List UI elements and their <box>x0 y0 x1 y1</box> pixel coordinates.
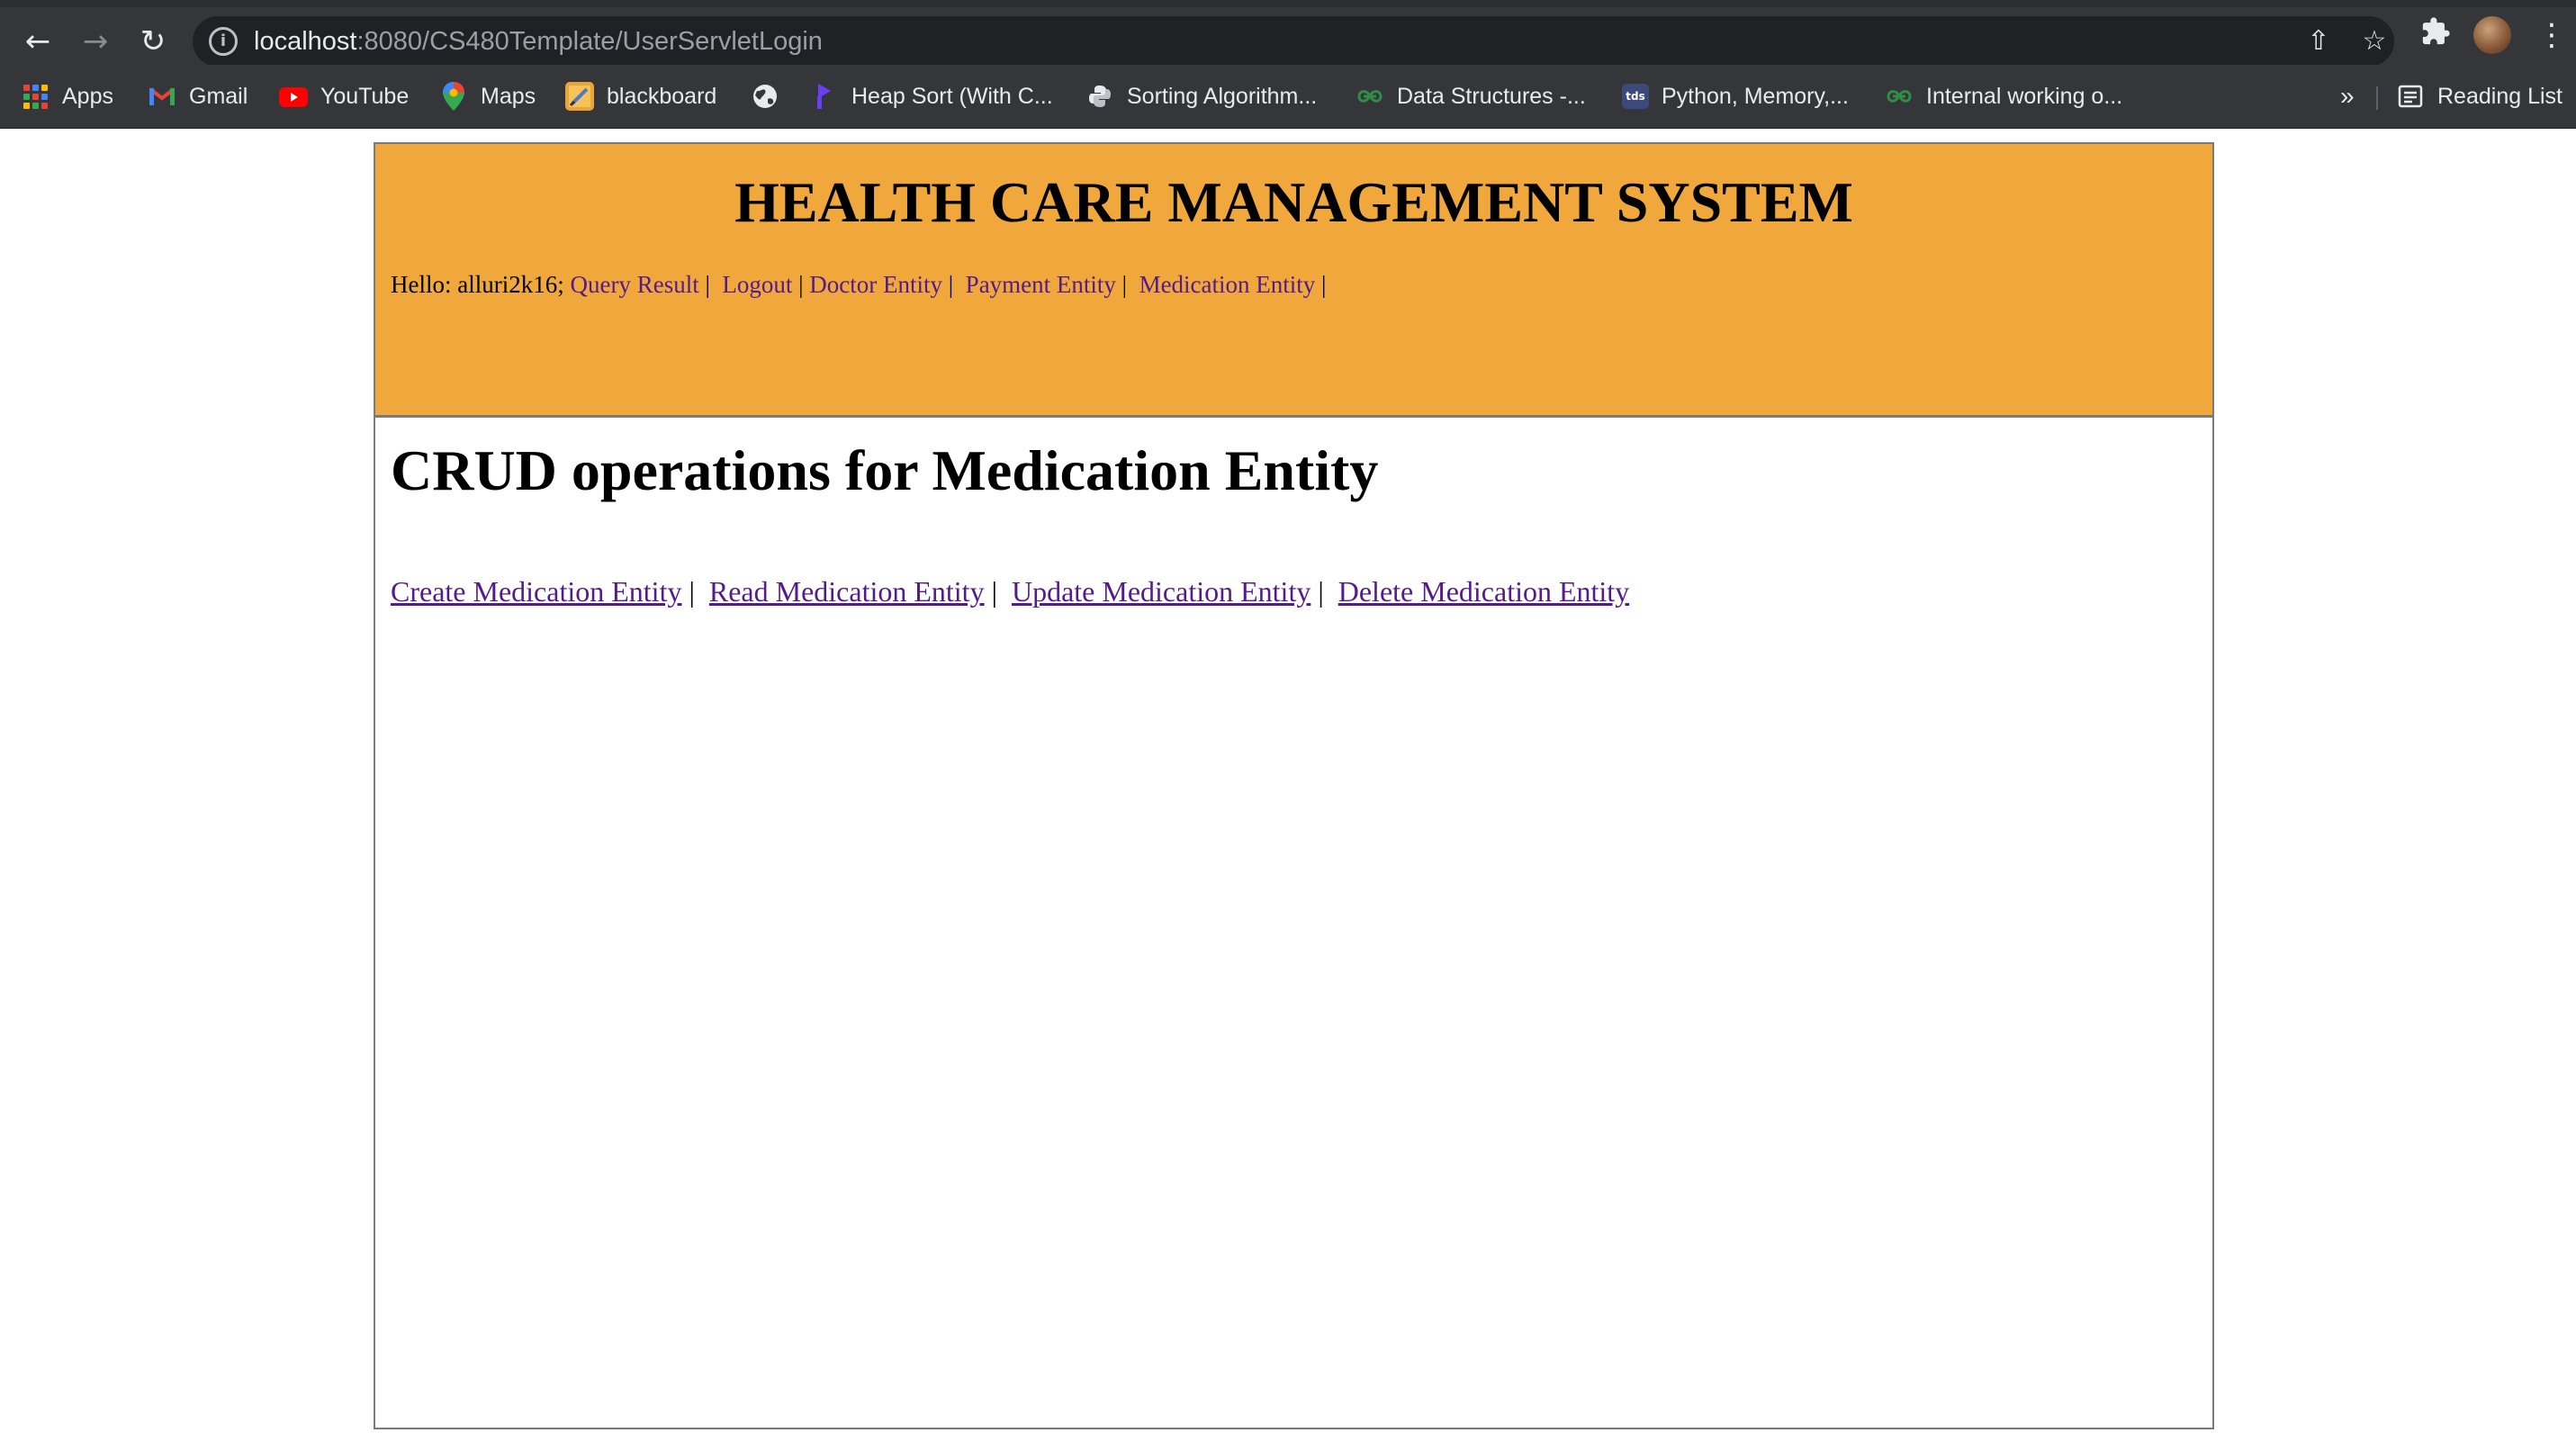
link-separator: | <box>991 575 997 608</box>
bookmark-label: Gmail <box>189 84 248 109</box>
globe-icon <box>751 82 779 111</box>
back-arrow-icon[interactable]: ← <box>16 20 59 63</box>
nav-separator: | <box>1321 271 1327 298</box>
bookmark-maps[interactable]: Maps <box>439 79 536 113</box>
python-icon <box>1085 82 1114 111</box>
bookmark-blackboard[interactable]: blackboard <box>565 79 716 113</box>
link-separator: | <box>1318 575 1324 608</box>
nav-doctor-entity[interactable]: Doctor Entity <box>809 271 942 298</box>
blackboard-icon <box>565 82 594 111</box>
bookmark-label: Python, Memory,... <box>1662 84 1849 109</box>
bookmark-internal-working[interactable]: Internal working o... <box>1885 79 2122 113</box>
link-separator: | <box>689 575 695 608</box>
bookmark-youtube[interactable]: YouTube <box>279 79 409 113</box>
url-text[interactable]: localhost:8080/CS480Template/UserServlet… <box>254 25 823 58</box>
programiz-icon <box>810 82 839 111</box>
bookmark-label: YouTube <box>320 84 410 109</box>
bookmark-python-memory[interactable]: tds Python, Memory,... <box>1622 79 1849 113</box>
site-info-icon[interactable]: i <box>209 27 238 56</box>
bookmark-globe[interactable] <box>751 79 792 113</box>
bookmarks-divider <box>2376 86 2378 110</box>
bookmark-apps[interactable]: Apps <box>23 79 113 113</box>
extensions-puzzle-icon[interactable] <box>2418 16 2454 52</box>
nav-medication-entity[interactable]: Medication Entity <box>1139 271 1316 298</box>
forward-arrow-icon[interactable]: → <box>74 20 117 63</box>
url-path: :8080/CS480Template/UserServletLogin <box>356 27 823 56</box>
bookmark-label: Apps <box>62 84 113 109</box>
tab-strip-edge <box>0 0 2576 7</box>
create-medication-link[interactable]: Create Medication Entity <box>391 575 681 608</box>
nav-separator: | <box>705 271 710 298</box>
youtube-icon <box>279 82 308 111</box>
geeksforgeeks-icon <box>1885 82 1914 111</box>
apps-grid-icon <box>23 84 48 109</box>
kebab-menu-icon[interactable]: ⋮ <box>2536 16 2567 54</box>
bookmarks-bar: Apps Gmail YouTube Maps blackboard Heap … <box>0 65 2576 129</box>
bookmark-label: blackboard <box>607 84 717 109</box>
reload-icon[interactable]: ↻ <box>131 20 175 63</box>
gmail-icon <box>148 82 176 111</box>
geeksforgeeks-icon <box>1356 82 1384 111</box>
bookmark-label: Data Structures -... <box>1397 84 1586 109</box>
bookmark-label: Internal working o... <box>1926 84 2123 109</box>
address-bar[interactable]: i localhost:8080/CS480Template/UserServl… <box>193 16 2394 67</box>
user-nav: Hello: alluri2k16; Query Result | Logout… <box>391 266 1326 302</box>
browser-toolbar: ← → ↻ i localhost:8080/CS480Template/Use… <box>0 7 2576 67</box>
bookmark-heap-sort[interactable]: Heap Sort (With C... <box>810 79 1053 113</box>
nav-payment-entity[interactable]: Payment Entity <box>966 271 1116 298</box>
bookmark-gmail[interactable]: Gmail <box>148 79 248 113</box>
bookmark-star-icon[interactable]: ☆ <box>2358 25 2391 58</box>
nav-query-result[interactable]: Query Result <box>570 271 698 298</box>
bookmark-label: Heap Sort (With C... <box>851 84 1053 109</box>
share-icon[interactable]: ⇧ <box>2302 25 2335 58</box>
update-medication-link[interactable]: Update Medication Entity <box>1012 575 1311 608</box>
overflow-chevron-icon: » <box>2340 82 2355 110</box>
nav-logout[interactable]: Logout <box>722 271 792 298</box>
browser-chrome: ← → ↻ i localhost:8080/CS480Template/Use… <box>0 0 2576 129</box>
bookmarks-overflow-button[interactable]: » <box>2340 79 2355 113</box>
nav-separator: | <box>1121 271 1128 298</box>
crud-links: Create Medication Entity | Read Medicati… <box>391 571 1629 612</box>
site-header: HEALTH CARE MANAGEMENT SYSTEM Hello: all… <box>375 144 2212 418</box>
maps-pin-icon <box>439 82 468 111</box>
nav-separator: | <box>948 271 954 298</box>
username: alluri2k16; <box>457 271 564 298</box>
bookmark-sorting-algorithm[interactable]: Sorting Algorithm... <box>1085 79 1317 113</box>
nav-separator: | <box>798 271 804 298</box>
reading-list-button[interactable]: Reading List <box>2396 79 2562 113</box>
bookmark-label: Sorting Algorithm... <box>1127 84 1318 109</box>
page-container: HEALTH CARE MANAGEMENT SYSTEM Hello: all… <box>374 142 2214 1429</box>
read-medication-link[interactable]: Read Medication Entity <box>709 575 985 608</box>
bookmark-label: Maps <box>481 84 536 109</box>
hello-label: Hello: <box>391 271 458 298</box>
page-title: CRUD operations for Medication Entity <box>391 438 1379 502</box>
bookmark-data-structures[interactable]: Data Structures -... <box>1356 79 1586 113</box>
site-title: HEALTH CARE MANAGEMENT SYSTEM <box>734 170 1853 234</box>
profile-avatar[interactable] <box>2473 16 2511 54</box>
delete-medication-link[interactable]: Delete Medication Entity <box>1338 575 1629 608</box>
reading-list-icon <box>2396 82 2425 111</box>
reading-list-label: Reading List <box>2437 84 2562 109</box>
url-host: localhost <box>254 27 357 56</box>
tds-icon: tds <box>1622 84 1649 109</box>
